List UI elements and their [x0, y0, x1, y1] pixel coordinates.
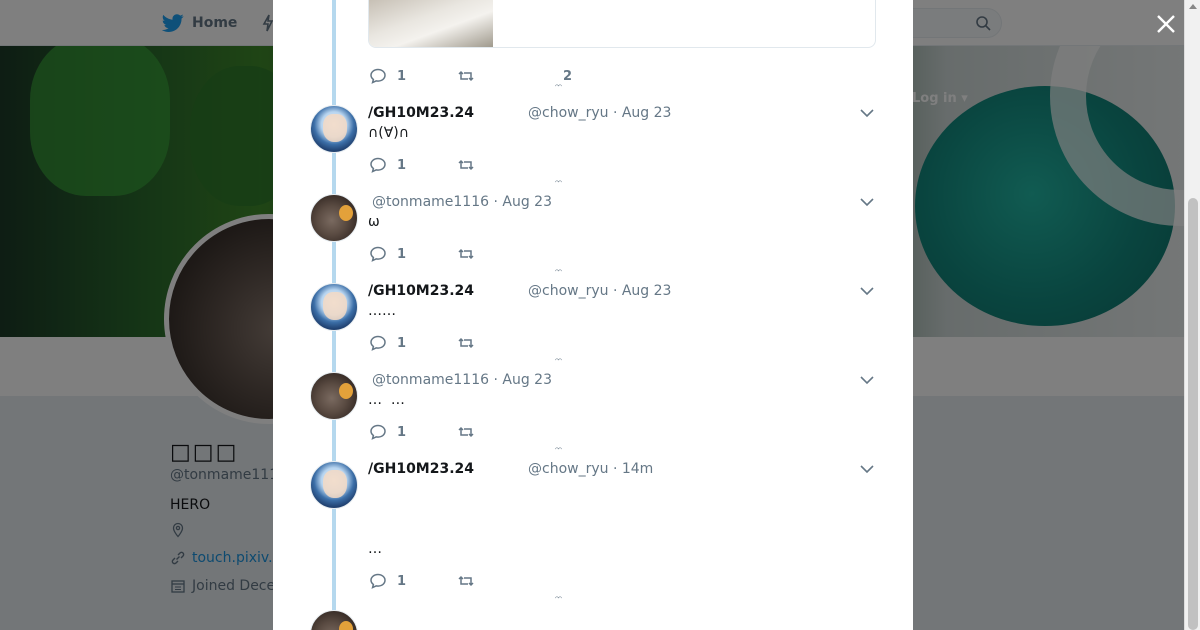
reply-count: 1	[397, 424, 407, 440]
page-scrollbar[interactable]	[1184, 0, 1200, 630]
tweet-actions: 1 ᵔᵔ	[369, 571, 577, 606]
tweet-author-name[interactable]: /GH10M23.24	[368, 461, 474, 477]
reply-count: 1	[397, 68, 407, 84]
retweet-button[interactable]	[457, 156, 557, 174]
previous-tweet-media[interactable]	[368, 0, 876, 48]
reply-count: 1	[397, 157, 407, 173]
tweet-meta: @chow_ryu · 14m	[528, 461, 654, 477]
tweet-handle[interactable]: @chow_ryu	[528, 283, 609, 299]
tweet-meta: @chow_ryu · Aug 23	[528, 283, 672, 299]
retweet-icon	[458, 159, 474, 171]
scroll-up-arrow[interactable]	[1189, 4, 1197, 9]
retweet-button[interactable]	[457, 67, 557, 85]
like-icon: ᵔᵔ	[555, 446, 562, 457]
tweet-author-name[interactable]: /GH10M23.24	[368, 283, 474, 299]
scrollbar-thumb[interactable]	[1188, 198, 1198, 630]
chevron-down-icon[interactable]	[860, 286, 874, 296]
avatar[interactable]	[310, 610, 358, 630]
tweet-meta: @tonmame1116 · Aug 23	[372, 194, 552, 210]
tweet-actions: 1 ᵔᵔ	[369, 333, 577, 368]
tweet-handle[interactable]: @tonmame1116	[372, 194, 489, 210]
reply-icon	[370, 68, 386, 84]
tweet-time[interactable]: Aug 23	[622, 283, 672, 299]
reply-button[interactable]: 1	[369, 245, 457, 263]
close-icon[interactable]	[1154, 12, 1178, 36]
tweet-meta: @chow_ryu · Aug 23	[528, 105, 672, 121]
avatar[interactable]	[310, 283, 358, 331]
tweet-actions: 1 ᵔᵔ	[369, 422, 577, 457]
tweet-time[interactable]: Aug 23	[502, 194, 552, 210]
tweet-text: …	[368, 541, 382, 557]
tweet-text: … …	[368, 392, 405, 408]
tweet-text: ∩(∀)∩	[368, 125, 409, 141]
retweet-button[interactable]	[457, 334, 557, 352]
like-icon: ᵔᵔ	[555, 179, 562, 190]
avatar[interactable]	[310, 461, 358, 509]
chevron-down-icon[interactable]	[860, 197, 874, 207]
tweet-text: ω	[368, 214, 380, 230]
like-icon: ᵔᵔ	[555, 268, 562, 279]
tweet-thread-modal: 1 2 ᵔᵔ /GH10M23.24 @chow_ryu · Aug 23 ∩(…	[273, 0, 913, 630]
retweet-button[interactable]	[457, 423, 557, 441]
retweet-icon	[458, 426, 474, 438]
retweet-button[interactable]	[457, 245, 557, 263]
tweet-handle[interactable]: @chow_ryu	[528, 461, 609, 477]
tweet-time[interactable]: Aug 23	[622, 105, 672, 121]
reply-icon	[370, 157, 386, 173]
reply-count: 1	[397, 573, 407, 589]
retweet-icon	[458, 70, 474, 82]
like-icon: ᵔᵔ	[555, 357, 562, 368]
reply-icon	[370, 424, 386, 440]
chevron-down-icon[interactable]	[860, 464, 874, 474]
reply-button[interactable]: 1	[369, 334, 457, 352]
avatar[interactable]	[310, 372, 358, 420]
tweet-actions: 1 ᵔᵔ	[369, 244, 577, 279]
retweet-button[interactable]	[457, 572, 557, 590]
reply-button[interactable]: 1	[369, 572, 457, 590]
retweet-icon	[458, 337, 474, 349]
retweet-icon	[458, 248, 474, 260]
reply-button[interactable]: 1	[369, 423, 457, 441]
reply-icon	[370, 573, 386, 589]
reply-count: 1	[397, 335, 407, 351]
tweet-actions: 1 ᵔᵔ	[369, 155, 577, 190]
tweet-meta: @tonmame1116 · Aug 23	[372, 372, 552, 388]
reply-icon	[370, 335, 386, 351]
tweet-time[interactable]: Aug 23	[502, 372, 552, 388]
tweet-author-name[interactable]: /GH10M23.24	[368, 105, 474, 121]
reply-button[interactable]: 1	[369, 156, 457, 174]
tweet-handle[interactable]: @chow_ryu	[528, 105, 609, 121]
chevron-down-icon[interactable]	[860, 108, 874, 118]
like-count: 2	[563, 68, 573, 84]
like-icon: ᵔᵔ	[555, 82, 562, 94]
tweet-text: ……	[368, 303, 396, 319]
like-button[interactable]: 2 ᵔᵔ	[555, 68, 577, 94]
avatar[interactable]	[310, 105, 358, 153]
media-thumbnail[interactable]	[369, 0, 493, 47]
tweet-handle[interactable]: @tonmame1116	[372, 372, 489, 388]
chevron-down-icon[interactable]	[860, 375, 874, 385]
like-icon: ᵔᵔ	[555, 595, 562, 606]
reply-icon	[370, 246, 386, 262]
reply-button[interactable]: 1	[369, 67, 457, 85]
retweet-icon	[458, 575, 474, 587]
reply-count: 1	[397, 246, 407, 262]
tweet-time[interactable]: 14m	[622, 461, 653, 477]
previous-tweet-actions: 1 2 ᵔᵔ	[369, 66, 577, 94]
avatar[interactable]	[310, 194, 358, 242]
